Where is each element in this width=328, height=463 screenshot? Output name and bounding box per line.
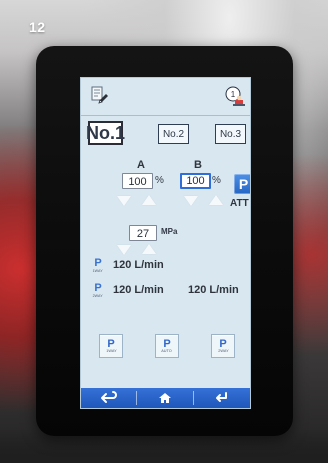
channel-b-label: B (194, 159, 202, 171)
back-arrow-icon (101, 391, 118, 403)
channel-a-value[interactable]: 100 (122, 173, 153, 189)
profile-tabs: No.1 No.2 No.3 (86, 121, 246, 145)
pressure-value[interactable]: 27 (129, 225, 157, 241)
channel-a-label: A (137, 159, 145, 171)
two-way-flow-value-2: 120 L/min (188, 284, 239, 296)
user-alert-button[interactable]: 1 (223, 86, 247, 108)
display-device: 1 No.1 No.2 No.3 A B 100 % 100 % 27 MPa … (36, 46, 293, 436)
bottom-navigation-bar (81, 388, 250, 408)
channel-a-up-arrow[interactable] (142, 195, 156, 205)
att-symbol: P (238, 176, 249, 192)
pressure-down-arrow[interactable] (117, 245, 131, 255)
flow-row-1: P 1WAY 120 L/min (89, 255, 247, 277)
one-way-flow-value: 120 L/min (113, 259, 164, 271)
back-button[interactable] (81, 388, 138, 408)
channel-b-down-arrow[interactable] (184, 196, 198, 206)
channel-b-up-arrow[interactable] (209, 195, 223, 205)
channel-a-down-arrow[interactable] (117, 196, 131, 206)
one-way-flow-symbol: P (94, 257, 102, 269)
channel-b-value[interactable]: 100 (180, 173, 211, 189)
profile-tab-1[interactable]: No.1 (86, 121, 125, 145)
two-way-flow-value-1: 120 L/min (113, 284, 164, 296)
channel-a-unit: % (155, 175, 164, 186)
two-way-mode-label: 2WAY (217, 348, 229, 353)
hydraulic-settings-button[interactable] (88, 85, 112, 107)
home-icon (159, 393, 172, 403)
channel-b-unit: % (212, 175, 221, 186)
flow-row-2: P 2WAY 120 L/min 120 L/min (89, 280, 247, 302)
att-button[interactable]: P (234, 174, 250, 194)
pressure-up-arrow[interactable] (142, 244, 156, 254)
profile-tab-2[interactable]: No.2 (158, 124, 189, 144)
mode-buttons: P 1WAY P AUTO P 2WAY (95, 334, 238, 364)
screen-content: 1 No.1 No.2 No.3 A B 100 % 100 % 27 MPa … (81, 78, 250, 408)
one-way-mode-button[interactable]: P 1WAY (99, 334, 123, 358)
two-way-flow-symbol: P (94, 282, 102, 294)
pressure-unit: MPa (161, 227, 178, 236)
hydraulic-settings-icon (91, 86, 108, 104)
one-way-flow-icon: P 1WAY (89, 255, 107, 277)
home-button[interactable] (137, 388, 194, 408)
two-way-flow-label: 2WAY (92, 293, 104, 298)
header-bar: 1 (81, 78, 250, 116)
auto-mode-button[interactable]: P AUTO (155, 334, 179, 358)
auto-mode-label: AUTO (161, 348, 173, 353)
one-way-flow-label: 1WAY (92, 268, 104, 273)
user-alert-badge: 1 (231, 90, 236, 99)
user-alert-icon: 1 (225, 86, 245, 106)
two-way-flow-icon: P 2WAY (89, 280, 107, 302)
enter-icon (215, 392, 227, 402)
profile-tab-3[interactable]: No.3 (215, 124, 246, 144)
channel-settings: A B 100 % 100 % 27 MPa (105, 159, 232, 255)
two-way-mode-button[interactable]: P 2WAY (211, 334, 235, 358)
enter-button[interactable] (194, 388, 250, 408)
att-label: ATT (230, 198, 249, 209)
display-screen: 1 No.1 No.2 No.3 A B 100 % 100 % 27 MPa … (80, 77, 251, 409)
one-way-mode-label: 1WAY (105, 348, 117, 353)
page-label: 12 (29, 19, 46, 35)
